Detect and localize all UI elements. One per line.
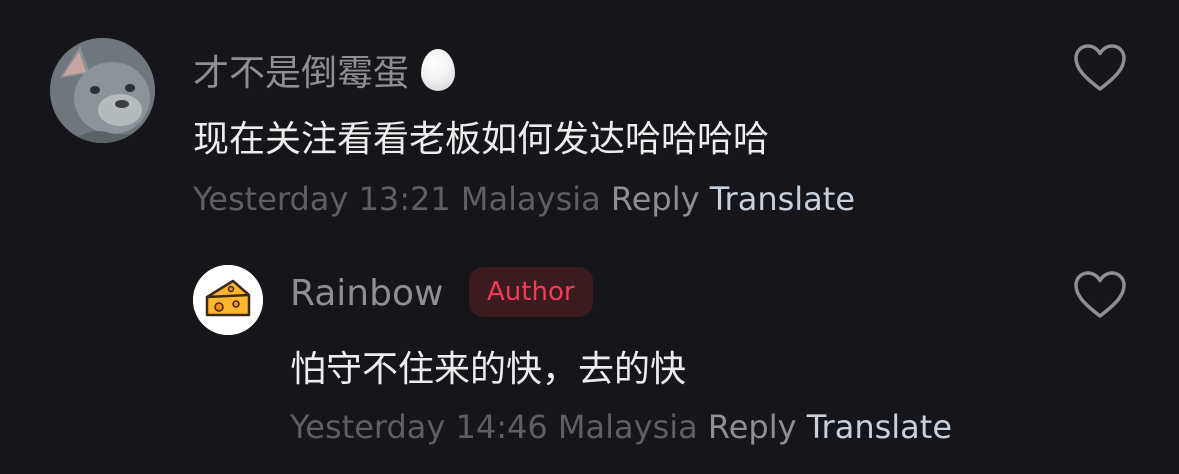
comment-time: Yesterday 14:46 [290, 408, 548, 446]
username-text: 才不是倒霉蛋 [193, 53, 410, 94]
reply-button[interactable]: Reply [611, 180, 700, 218]
username[interactable]: 才不是倒霉蛋 [193, 44, 456, 96]
user-avatar[interactable] [193, 265, 263, 335]
author-badge: Author [469, 267, 593, 317]
reply-comment-item: Rainbow Author 怕守不住来的快，去的快 Yesterday 14:… [0, 240, 1179, 474]
egg-emoji-icon [421, 49, 456, 91]
comment-text: 怕守不住来的快，去的快 [290, 349, 687, 390]
heart-outline-icon [1074, 44, 1126, 91]
french-bulldog-avatar-icon [50, 38, 155, 143]
comment-time: Yesterday 13:21 [193, 180, 451, 218]
username[interactable]: Rainbow [290, 273, 443, 314]
comment-location: Malaysia [460, 180, 601, 218]
reply-button[interactable]: Reply [708, 408, 797, 446]
like-button[interactable] [1073, 270, 1127, 320]
comment-location: Malaysia [557, 408, 698, 446]
comment-text: 现在关注看看老板如何发达哈哈哈哈 [193, 119, 770, 160]
translate-button[interactable]: Translate [807, 408, 952, 446]
translate-button[interactable]: Translate [710, 180, 855, 218]
like-button[interactable] [1073, 43, 1127, 93]
cheese-avatar-icon [193, 265, 263, 335]
heart-outline-icon [1074, 271, 1126, 318]
comment-meta: Yesterday 14:46 Malaysia Reply Translate [290, 408, 952, 446]
comment-meta: Yesterday 13:21 Malaysia Reply Translate [193, 180, 855, 218]
user-avatar[interactable] [50, 38, 155, 143]
comment-item: 才不是倒霉蛋 现在关注看看老板如何发达哈哈哈哈 Yesterday 13:21 … [0, 0, 1179, 240]
